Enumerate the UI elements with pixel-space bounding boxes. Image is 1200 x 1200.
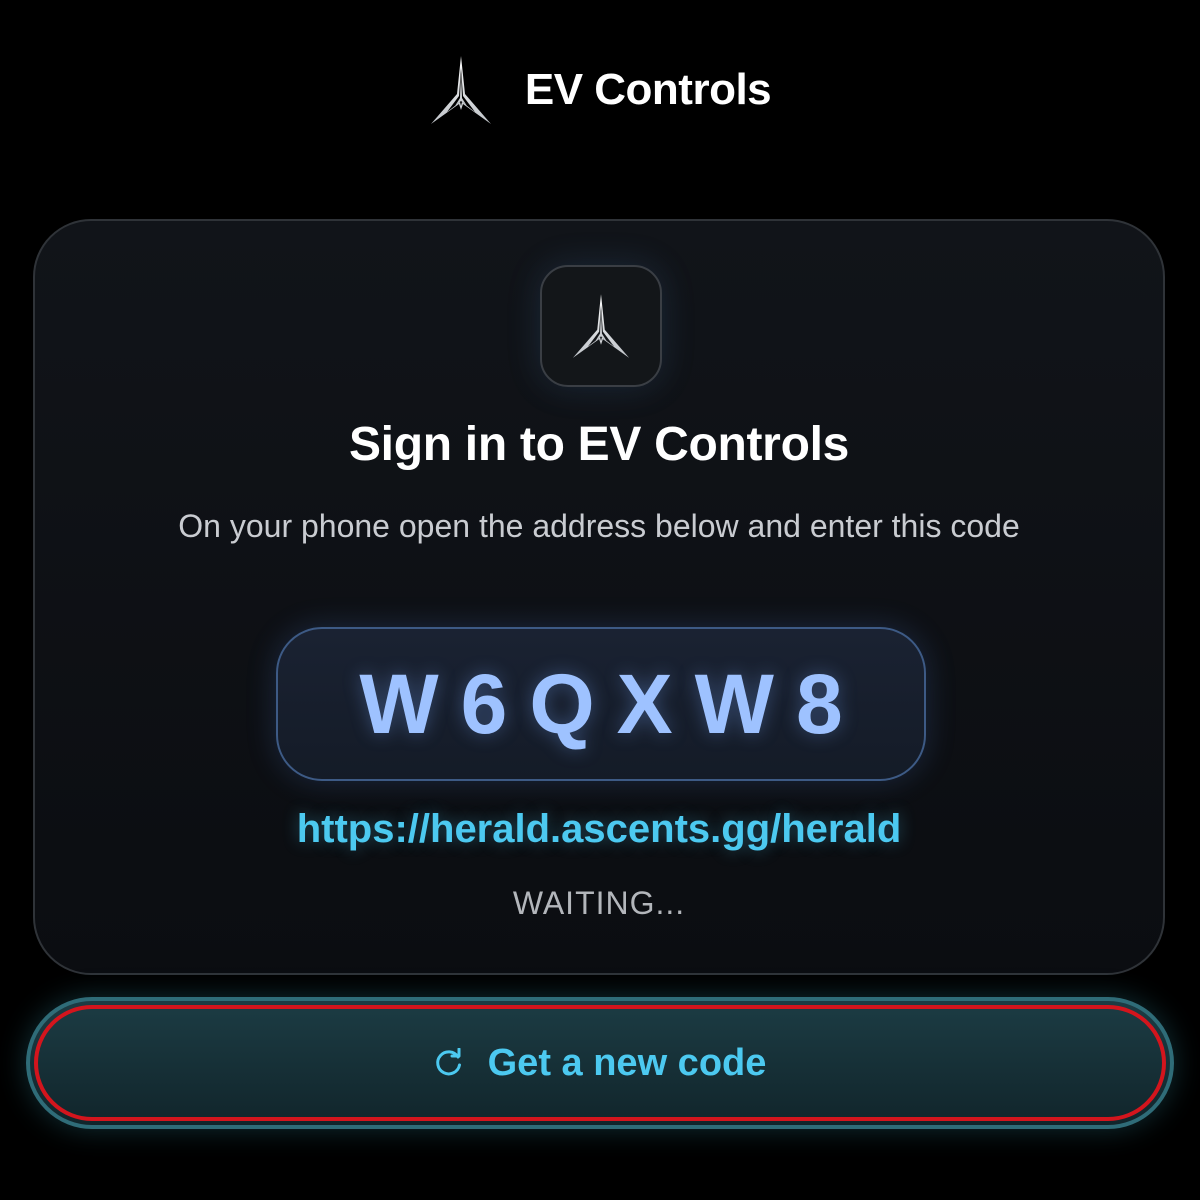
get-new-code-label: Get a new code	[487, 1041, 767, 1084]
status-text: WAITING...	[512, 885, 686, 921]
get-new-code-button[interactable]: Get a new code	[26, 997, 1174, 1129]
app-icon-tile	[540, 265, 662, 387]
device-code: W6QXW8	[359, 656, 865, 751]
verification-url-link[interactable]: https://herald.ascents.gg/herald	[35, 807, 1163, 852]
instructions-text: On your phone open the address below and…	[178, 508, 1020, 544]
sign-in-card: Sign in to EV Controls On your phone ope…	[33, 219, 1165, 975]
header: EV Controls	[0, 50, 1200, 130]
card-title: Sign in to EV Controls	[348, 418, 850, 471]
device-code-box: W6QXW8	[276, 627, 926, 781]
ev-controls-logo-icon	[572, 294, 630, 358]
refresh-icon	[435, 1048, 461, 1076]
ev-controls-logo-icon	[430, 56, 491, 124]
sign-in-page: EV Controls Sign in to EV Controls On yo…	[0, 0, 1200, 1200]
app-title: EV Controls	[524, 65, 772, 114]
